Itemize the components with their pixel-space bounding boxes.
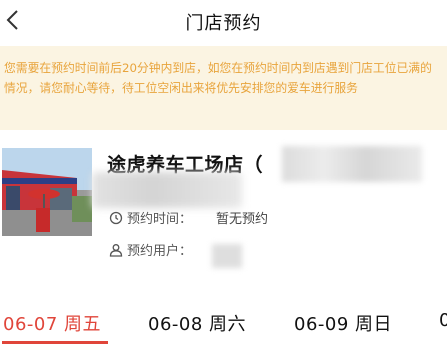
booking-time-value: 暂无预约 xyxy=(216,212,269,227)
booking-time-label: 预约时间： xyxy=(127,212,193,227)
date-tab-0608[interactable]: 06-08 周六 xyxy=(148,310,246,336)
booking-user-row: 预约用户： xyxy=(109,243,192,261)
page-title: 门店预约 xyxy=(185,13,262,34)
date-tab-0607[interactable]: 06-07 周五 xyxy=(3,310,101,336)
top-navbar: 门店预约 xyxy=(0,0,447,44)
booking-user-label: 预约用户： xyxy=(127,244,193,259)
notice-banner: 您需要在预约时间前后20分钟内到店，如您在预约时间内到店遇到门店工位已满的情况，… xyxy=(0,46,447,130)
booking-time-row: 预约时间： xyxy=(109,211,192,229)
clock-icon xyxy=(109,211,123,225)
redacted-address-blur xyxy=(92,172,242,208)
notice-text: 您需要在预约时间前后20分钟内到店，如您在预约时间内到店遇到门店工位已满的情况，… xyxy=(4,61,432,95)
date-tab-next[interactable]: 0 xyxy=(439,310,447,331)
user-icon xyxy=(109,244,123,257)
date-tabs: 06-07 周五 06-08 周六 06-09 周日 0 xyxy=(0,300,447,351)
active-tab-indicator xyxy=(2,341,108,344)
date-tab-0609[interactable]: 06-09 周日 xyxy=(294,310,392,336)
shop-card[interactable]: 途虎养车工场店（ 预约时间： 暂无预约 预约用户： xyxy=(0,138,447,278)
redacted-shop-name-blur xyxy=(282,146,422,182)
shop-photo xyxy=(2,148,92,236)
redacted-user-blur xyxy=(212,244,242,268)
